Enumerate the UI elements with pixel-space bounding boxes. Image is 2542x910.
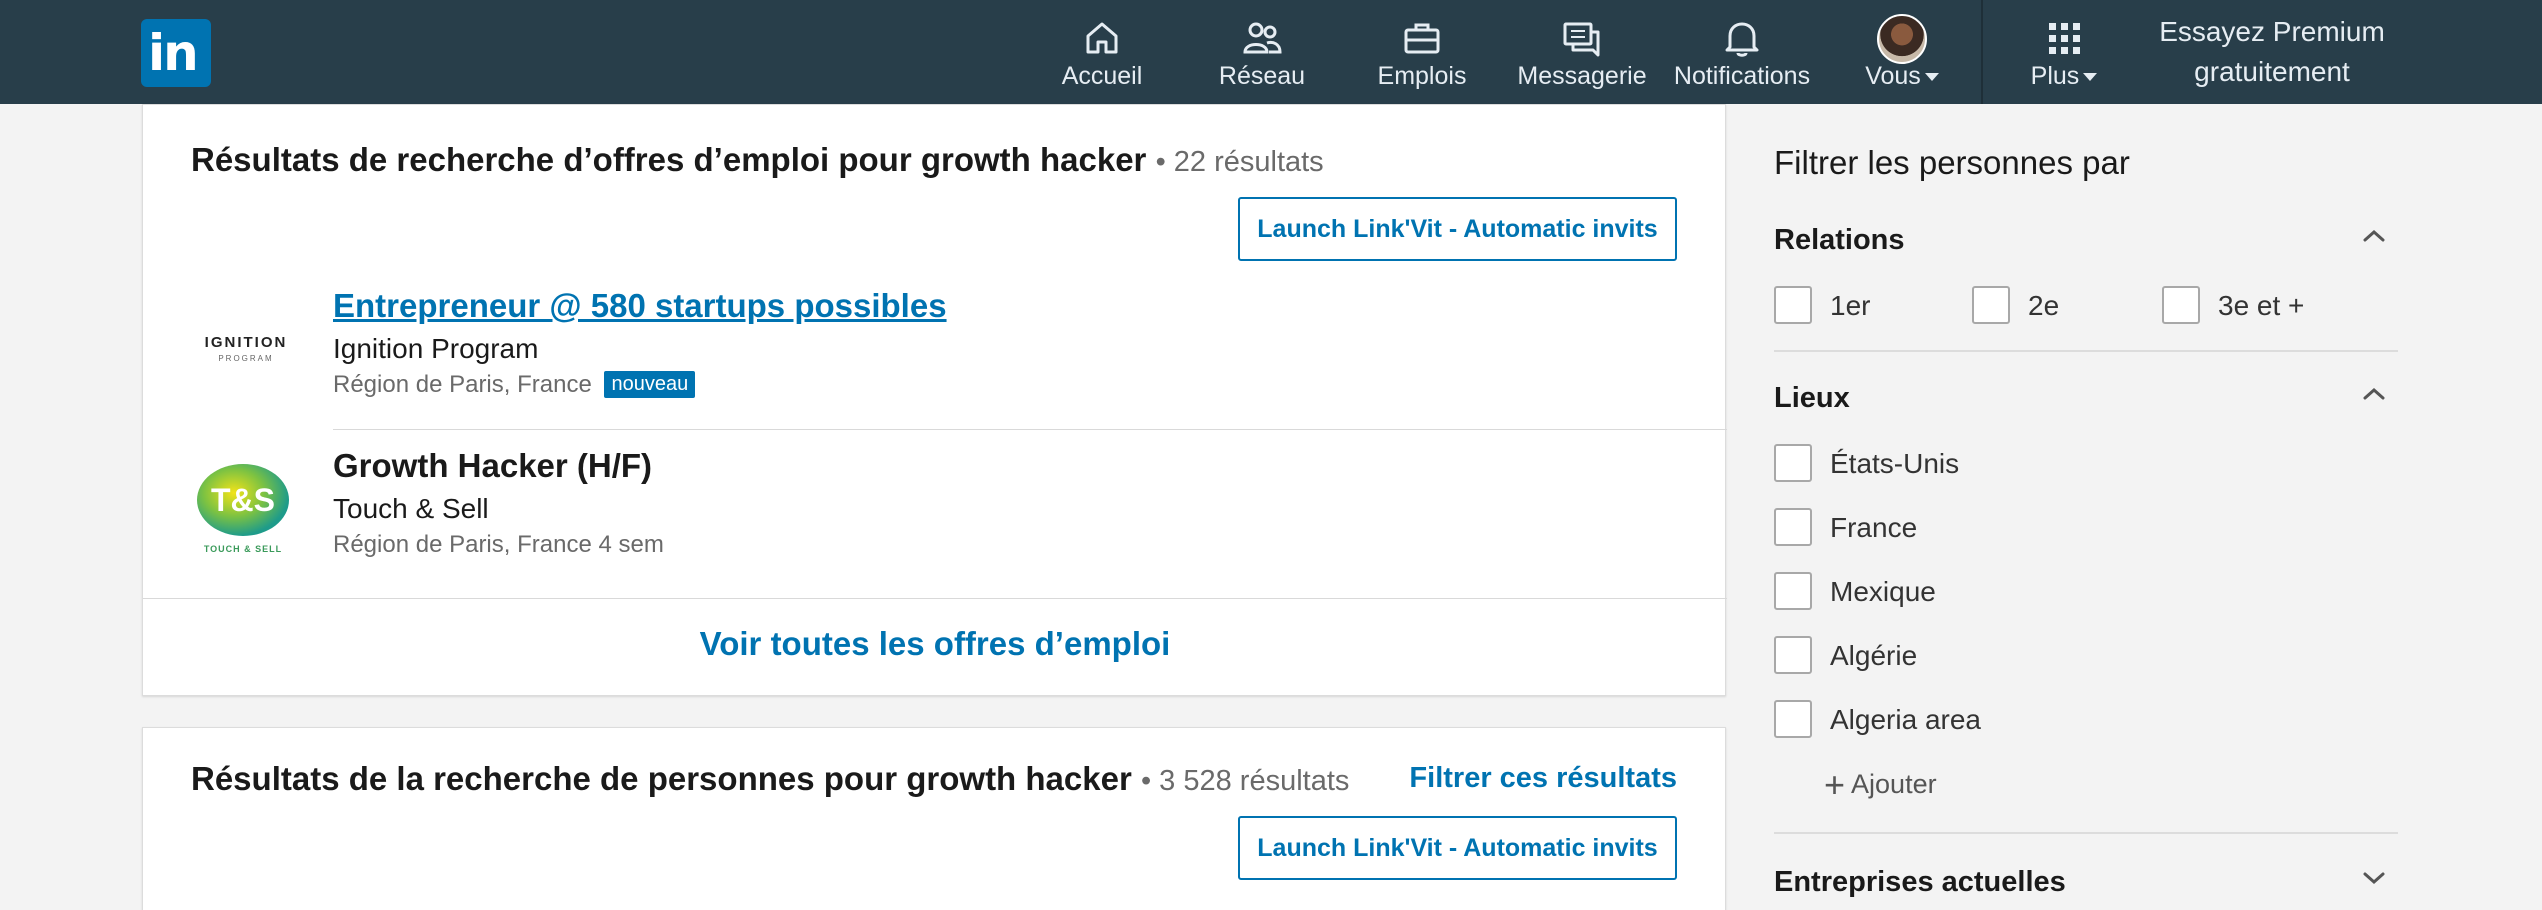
checkbox[interactable] — [1774, 572, 1812, 610]
premium-trial-link[interactable]: Essayez Premium gratuitement — [2140, 12, 2404, 92]
location-option-label: Algeria area — [1830, 704, 1981, 735]
linkedin-logo[interactable]: in — [141, 19, 211, 87]
linkvit-launch-button[interactable]: Launch Link'Vit - Automatic invits — [1238, 816, 1677, 880]
plus-icon: + — [1824, 764, 1846, 805]
nav-jobs[interactable]: Emplois — [1372, 0, 1472, 104]
job-location-text: Région de Paris, France — [333, 371, 592, 398]
jobs-heading-text: Résultats de recherche d’offres d’emploi… — [191, 141, 1147, 178]
relations-section-title: Relations — [1774, 224, 1905, 256]
see-all-jobs-link[interactable]: Voir toutes les offres d’emploi — [143, 625, 1727, 663]
see-all-divider — [143, 598, 1727, 599]
nav-divider — [1981, 0, 1983, 104]
location-option-label: États-Unis — [1830, 448, 1960, 479]
location-option[interactable]: France — [1774, 508, 2174, 548]
top-navbar: in Accueil Réseau Emplois Messagerie Not… — [0, 0, 2542, 104]
premium-line1: Essayez Premium — [2159, 16, 2385, 47]
avatar — [1877, 14, 1927, 64]
job-company: Ignition Program — [333, 333, 539, 364]
chevron-up-icon[interactable] — [2362, 382, 2386, 406]
job-listing[interactable]: IGNITION PROGRAM Entrepreneur @ 580 star… — [191, 275, 1727, 433]
locations-section-title: Lieux — [1774, 382, 1850, 414]
nav-messaging[interactable]: Messagerie — [1512, 0, 1652, 104]
job-posted-age: 4 sem — [598, 531, 664, 558]
job-listing[interactable]: T&S TOUCH & SELL Growth Hacker (H/F) Tou… — [191, 435, 1727, 595]
section-divider — [1774, 350, 2398, 352]
filter-results-link[interactable]: Filtrer ces résultats — [1409, 762, 1677, 795]
checkbox[interactable] — [1972, 286, 2010, 324]
nav-home[interactable]: Accueil — [1052, 0, 1152, 104]
checkbox[interactable] — [1774, 508, 1812, 546]
job-location: Région de Paris, France nouveau — [333, 371, 696, 399]
nav-more[interactable]: Plus — [2014, 0, 2114, 104]
ignition-logo-text: IGNITION — [205, 334, 288, 351]
people-results-heading: Résultats de la recherche de personnes p… — [191, 760, 1349, 798]
section-divider — [1774, 832, 2398, 834]
nav-more-label: Plus — [2014, 62, 2114, 91]
job-location-text: Région de Paris, France — [333, 531, 592, 558]
briefcase-icon — [1404, 23, 1440, 54]
linkvit-launch-button[interactable]: Launch Link'Vit - Automatic invits — [1238, 197, 1677, 261]
relation-option-1st[interactable]: 1er — [1774, 286, 1954, 326]
people-heading-text: Résultats de la recherche de personnes p… — [191, 760, 1132, 797]
logo-text: in — [148, 24, 199, 82]
caret-down-icon — [1924, 73, 1939, 82]
nav-jobs-label: Emplois — [1377, 62, 1467, 90]
location-option[interactable]: Mexique — [1774, 572, 2174, 612]
chevron-up-icon[interactable] — [2362, 224, 2386, 248]
relation-option-label: 1er — [1830, 290, 1871, 321]
relation-option-3rd[interactable]: 3e et + — [2162, 286, 2362, 326]
nav-notifications[interactable]: Notifications — [1667, 0, 1817, 104]
nav-me[interactable]: Vous — [1852, 0, 1952, 104]
bell-icon — [1725, 22, 1759, 57]
jobs-results-count: • 22 résultats — [1155, 146, 1324, 178]
chevron-down-icon[interactable] — [2362, 866, 2386, 890]
location-option[interactable]: États-Unis — [1774, 444, 2174, 484]
location-option-label: Mexique — [1830, 576, 1936, 607]
location-option[interactable]: Algérie — [1774, 636, 2174, 676]
checkbox[interactable] — [2162, 286, 2200, 324]
nav-me-label: Vous — [1852, 62, 1952, 91]
checkbox[interactable] — [1774, 444, 1812, 482]
people-results-card: Résultats de la recherche de personnes p… — [142, 727, 1726, 910]
relation-option-label: 2e — [2028, 290, 2060, 321]
job-divider — [333, 429, 1727, 430]
relation-option-label: 3e et + — [2218, 290, 2305, 321]
nav-messaging-label: Messagerie — [1517, 62, 1647, 90]
messaging-icon — [1563, 22, 1600, 57]
touch-and-sell-logo: T&S TOUCH & SELL — [197, 464, 289, 554]
premium-line2: gratuitement — [2194, 56, 2350, 87]
grid-icon — [2049, 23, 2080, 54]
nav-home-label: Accueil — [1061, 62, 1143, 90]
jobs-results-heading: Résultats de recherche d’offres d’emploi… — [191, 141, 1324, 179]
location-option-label: France — [1830, 512, 1918, 543]
nav-notifications-label: Notifications — [1673, 62, 1811, 90]
job-title-link[interactable]: Entrepreneur @ 580 startups possibles — [333, 287, 947, 325]
home-icon — [1086, 22, 1118, 54]
ignition-program-logo: IGNITION PROGRAM — [191, 295, 301, 405]
checkbox[interactable] — [1774, 700, 1812, 738]
people-results-count: • 3 528 résultats — [1140, 765, 1350, 797]
job-location: Région de Paris, France 4 sem — [333, 531, 664, 559]
caret-down-icon — [2083, 73, 2098, 82]
ignition-logo-sub: PROGRAM — [218, 354, 273, 363]
current-companies-section-title: Entreprises actuelles — [1774, 866, 2066, 898]
relation-option-2nd[interactable]: 2e — [1972, 286, 2152, 326]
nav-network[interactable]: Réseau — [1212, 0, 1312, 104]
add-location-label: Ajouter — [1851, 769, 1937, 799]
job-title-link[interactable]: Growth Hacker (H/F) — [333, 447, 652, 485]
add-location-button[interactable]: + Ajouter — [1824, 764, 1937, 806]
job-company: Touch & Sell — [333, 493, 489, 524]
nav-network-label: Réseau — [1218, 62, 1306, 90]
people-filter-panel: Filtrer les personnes par Relations 1er … — [1774, 104, 2398, 910]
new-badge: nouveau — [604, 371, 696, 398]
jobs-results-card: Résultats de recherche d’offres d’emploi… — [142, 104, 1727, 696]
checkbox[interactable] — [1774, 636, 1812, 674]
network-icon — [1243, 22, 1282, 54]
checkbox[interactable] — [1774, 286, 1812, 324]
location-option[interactable]: Algeria area — [1774, 700, 2174, 740]
ts-logo-sub: TOUCH & SELL — [204, 544, 282, 554]
location-option-label: Algérie — [1830, 640, 1918, 671]
ts-logo-text: T&S — [211, 482, 275, 518]
filter-panel-title: Filtrer les personnes par — [1774, 144, 2130, 181]
